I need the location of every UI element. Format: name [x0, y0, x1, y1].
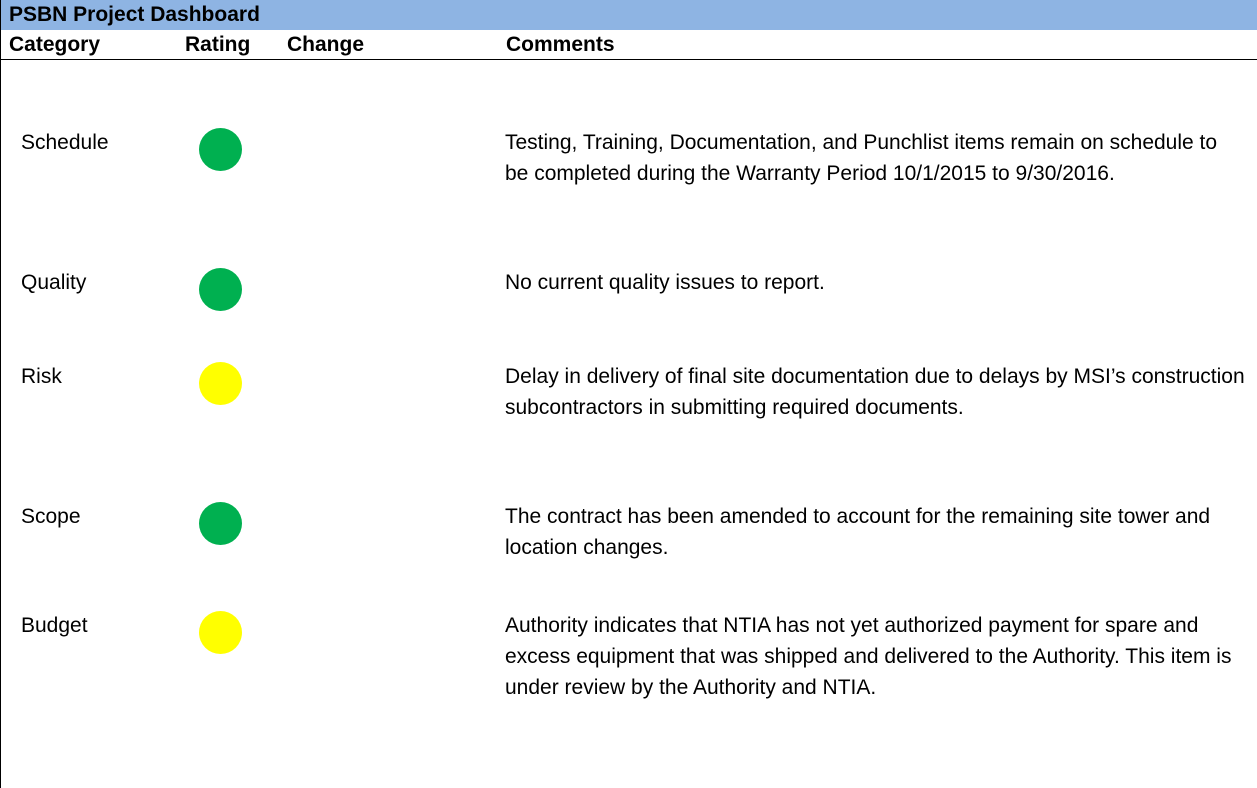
table-left-border — [0, 60, 1, 788]
dashboard-title: PSBN Project Dashboard — [9, 3, 260, 26]
row-category-label: Schedule — [21, 131, 109, 154]
row-comment: No current quality issues to report. — [505, 271, 825, 294]
rating-indicator-yellow — [199, 611, 242, 654]
rating-indicator-green — [199, 268, 242, 311]
column-header-category: Category — [9, 33, 101, 56]
row-category-label: Risk — [21, 365, 62, 388]
row-comment: Testing, Training, Documentation, and Pu… — [505, 131, 1218, 185]
row-comment: Authority indicates that NTIA has not ye… — [505, 614, 1232, 699]
column-header-row: Category Rating Change Comments — [0, 30, 1257, 60]
column-header-rating: Rating — [185, 33, 251, 56]
row-comment: Delay in delivery of final site document… — [505, 365, 1245, 419]
row-comment: The contract has been amended to account… — [505, 505, 1211, 559]
column-header-change: Change — [287, 33, 365, 56]
rating-indicator-yellow — [199, 362, 242, 405]
project-dashboard: PSBN Project Dashboard Category Rating C… — [0, 0, 1257, 788]
row-category-label: Quality — [21, 271, 87, 294]
rating-indicator-green — [199, 128, 242, 171]
row-category-label: Budget — [21, 614, 88, 637]
row-category-label: Scope — [21, 505, 81, 528]
dashboard-title-bar: PSBN Project Dashboard — [0, 0, 1257, 30]
rating-indicator-green — [199, 502, 242, 545]
column-header-comments: Comments — [506, 33, 615, 56]
